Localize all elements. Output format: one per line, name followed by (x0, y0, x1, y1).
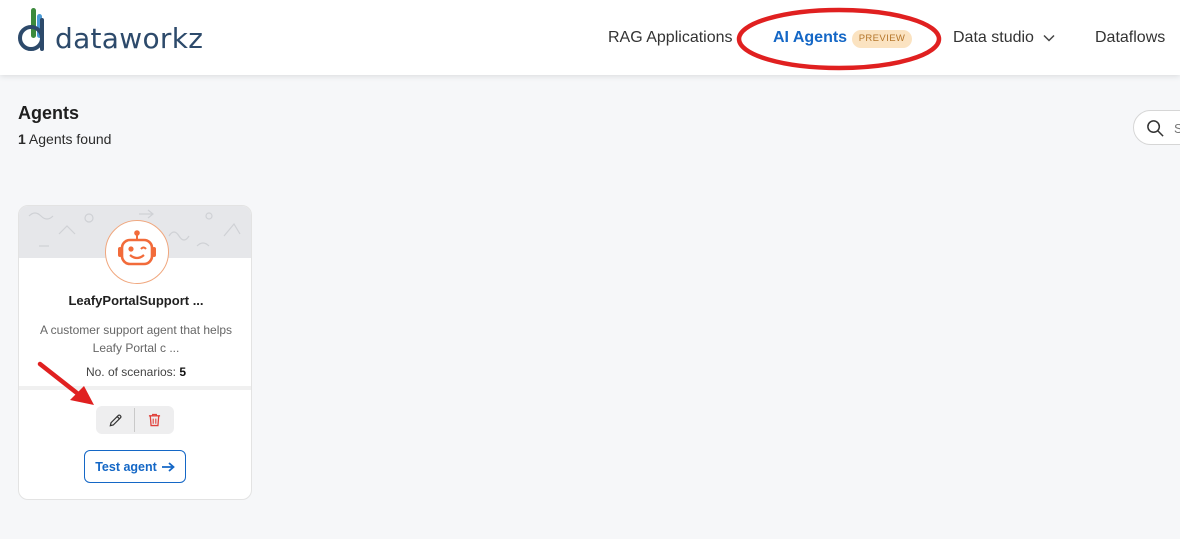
search-placeholder: S (1174, 121, 1180, 136)
nav-dataflows[interactable]: Dataflows (1095, 29, 1165, 47)
scenarios-value: 5 (179, 365, 187, 379)
scenarios-label: No. of scenarios: (85, 365, 176, 379)
agents-count-number: 1 (18, 131, 26, 147)
trash-icon (148, 413, 161, 427)
page-title: Agents (18, 103, 80, 123)
delete-agent-button[interactable] (135, 406, 174, 434)
logo-mark-icon (18, 8, 44, 51)
annotation-highlight-ellipse (736, 7, 942, 71)
agent-avatar (105, 220, 169, 284)
dataworkz-logo[interactable]: dataworkz (15, 8, 203, 55)
arrow-right-icon (161, 461, 175, 472)
nav-data-studio[interactable]: Data studio (953, 29, 1034, 47)
search-icon (1147, 120, 1164, 137)
agents-count-label: Agents found (25, 131, 112, 147)
test-agent-button[interactable]: Test agent (84, 450, 186, 483)
annotation-arrow (37, 361, 94, 405)
pencil-icon (109, 413, 122, 426)
robot-icon (118, 230, 156, 266)
chevron-down-icon[interactable] (1043, 34, 1055, 42)
agents-count: 1 Agents found (18, 131, 111, 147)
logo-wordmark: dataworkz (55, 22, 204, 55)
search-input[interactable]: S (1133, 110, 1180, 145)
test-agent-label: Test agent (95, 459, 157, 474)
card-action-group (96, 406, 174, 434)
agent-description: A customer support agent that helps Leaf… (39, 323, 233, 355)
agent-card[interactable]: LeafyPortalSupport ... A customer suppor… (18, 205, 252, 500)
top-navigation-bar: dataworkz RAG Applications AI Agents PRE… (0, 0, 1180, 75)
agent-name: LeafyPortalSupport ... (68, 293, 204, 308)
edit-agent-button[interactable] (96, 406, 134, 434)
nav-rag-applications[interactable]: RAG Applications (608, 29, 733, 47)
